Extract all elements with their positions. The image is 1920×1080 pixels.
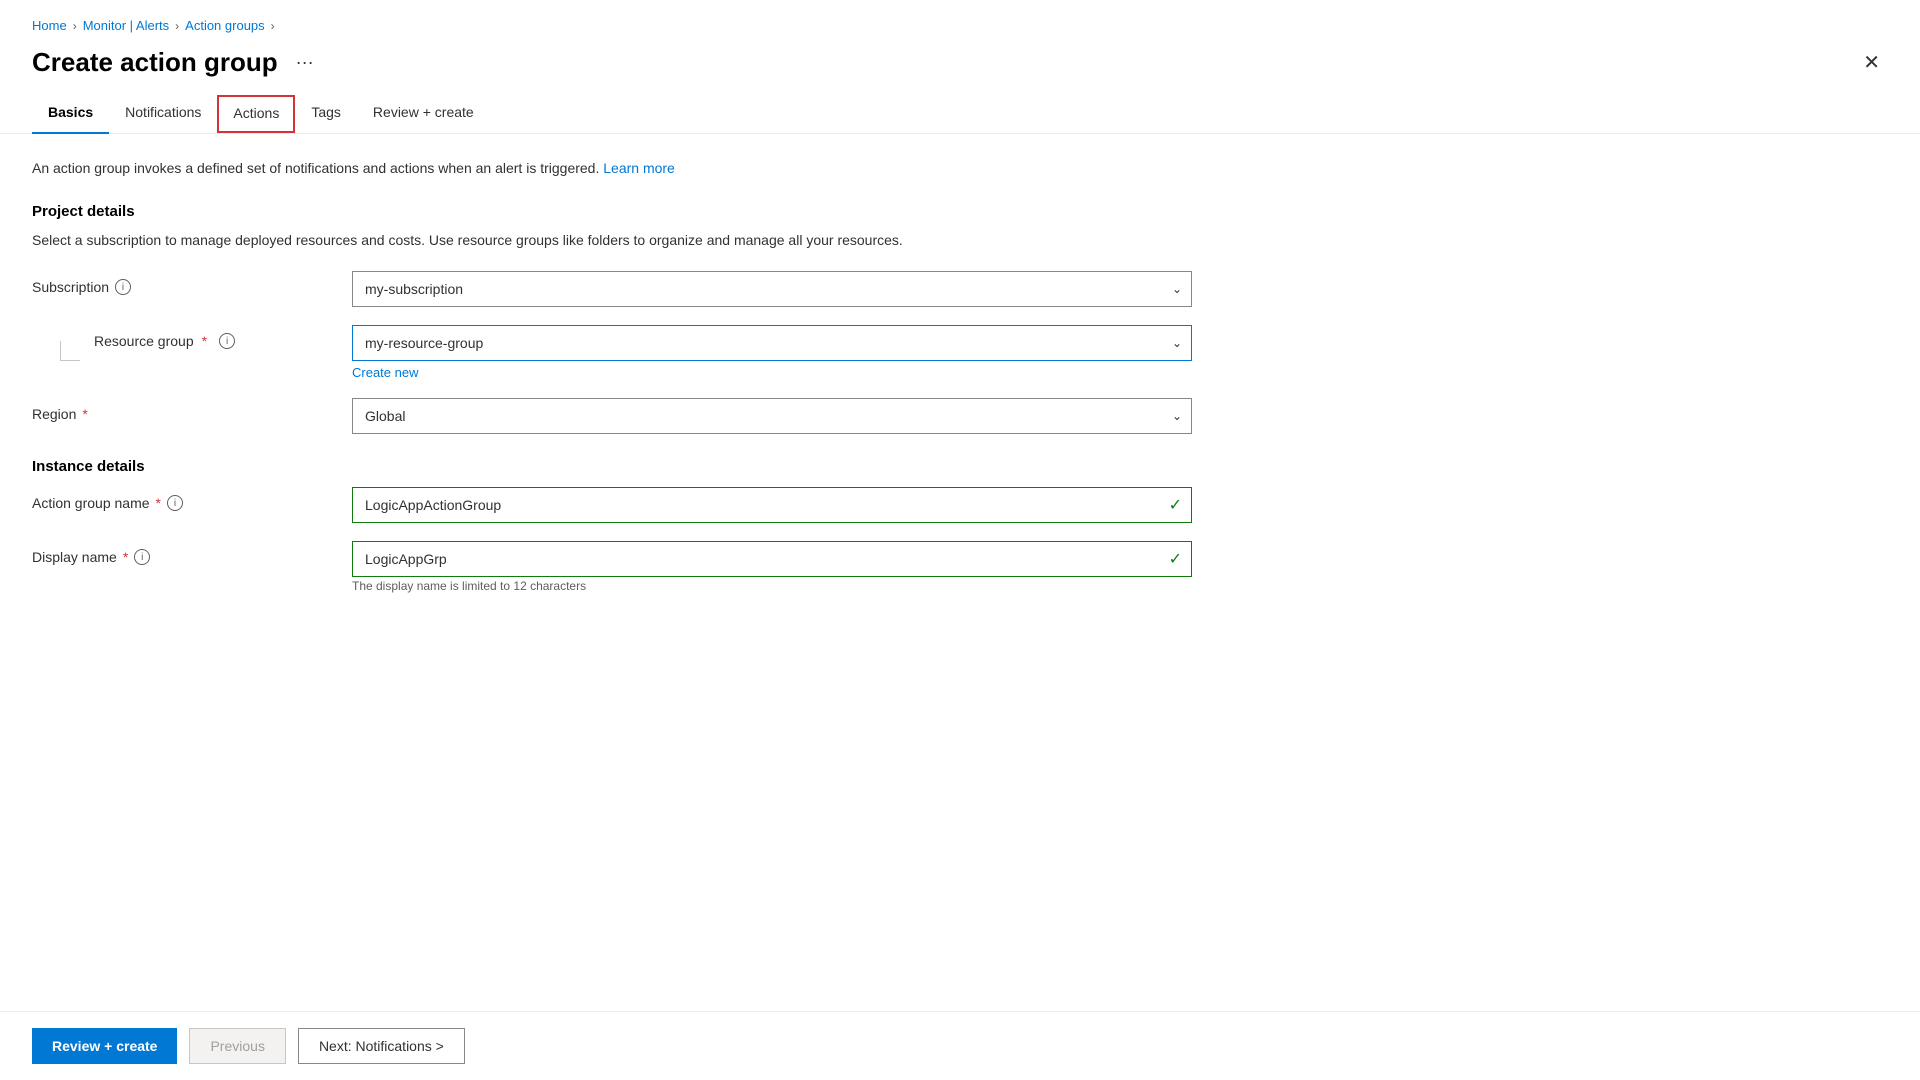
previous-button[interactable]: Previous	[189, 1028, 285, 1064]
next-button[interactable]: Next: Notifications >	[298, 1028, 465, 1064]
subscription-dropdown-wrapper: my-subscription ⌄	[352, 271, 1192, 307]
display-name-input-wrapper: ✓	[352, 541, 1192, 577]
breadcrumb-sep-3: ›	[271, 19, 275, 33]
close-icon: ✕	[1863, 52, 1880, 74]
action-group-name-input-wrapper: ✓	[352, 487, 1192, 523]
resource-group-dropdown[interactable]: my-resource-group	[352, 325, 1192, 361]
tab-review-create[interactable]: Review + create	[357, 94, 490, 134]
instance-details-title: Instance details	[32, 458, 1888, 475]
subscription-dropdown[interactable]: my-subscription	[352, 271, 1192, 307]
create-new-link[interactable]: Create new	[352, 365, 1192, 380]
tab-actions[interactable]: Actions	[217, 95, 295, 133]
resource-group-row: Resource group * i my-resource-group ⌄ C…	[32, 325, 1888, 380]
breadcrumb-sep-1: ›	[73, 19, 77, 33]
breadcrumb: Home › Monitor | Alerts › Action groups …	[0, 0, 1920, 41]
region-label: Region	[32, 406, 76, 422]
action-group-name-valid-icon: ✓	[1169, 495, 1182, 515]
resource-group-info-icon[interactable]: i	[219, 333, 235, 349]
region-row: Region * Global ⌄	[32, 398, 1888, 434]
action-group-name-row: Action group name * i ✓	[32, 487, 1888, 523]
display-name-row: Display name * i ✓ The display name is l…	[32, 541, 1888, 593]
display-name-required: *	[123, 549, 128, 565]
action-group-name-label: Action group name	[32, 495, 150, 511]
display-name-input[interactable]	[352, 541, 1192, 577]
footer: Review + create Previous Next: Notificat…	[0, 1011, 1920, 1080]
region-required: *	[82, 406, 87, 422]
display-name-label: Display name	[32, 549, 117, 565]
project-details-desc: Select a subscription to manage deployed…	[32, 230, 1888, 251]
project-details-title: Project details	[32, 203, 1888, 220]
description-text: An action group invokes a defined set of…	[32, 158, 1888, 179]
page-title: Create action group	[32, 47, 278, 78]
project-details-section: Project details Select a subscription to…	[32, 203, 1888, 434]
breadcrumb-sep-2: ›	[175, 19, 179, 33]
display-name-hint: The display name is limited to 12 charac…	[352, 579, 586, 593]
close-button[interactable]: ✕	[1855, 49, 1888, 77]
subscription-row: Subscription i my-subscription ⌄	[32, 271, 1888, 307]
indent-line	[60, 341, 80, 361]
learn-more-link[interactable]: Learn more	[603, 160, 675, 176]
instance-details-section: Instance details Action group name * i ✓	[32, 458, 1888, 593]
subscription-label: Subscription	[32, 279, 109, 295]
tab-tags[interactable]: Tags	[295, 94, 357, 134]
review-create-button[interactable]: Review + create	[32, 1028, 177, 1064]
subscription-info-icon[interactable]: i	[115, 279, 131, 295]
breadcrumb-action-groups[interactable]: Action groups	[185, 18, 265, 33]
content-area: An action group invokes a defined set of…	[0, 134, 1920, 1011]
page-header: Create action group ··· ✕	[0, 41, 1920, 94]
display-name-info-icon[interactable]: i	[134, 549, 150, 565]
tabs-container: Basics Notifications Actions Tags Review…	[0, 94, 1920, 134]
action-group-name-required: *	[156, 495, 161, 511]
resource-group-required: *	[202, 333, 207, 349]
display-name-valid-icon: ✓	[1169, 549, 1182, 569]
action-group-name-input[interactable]	[352, 487, 1192, 523]
resource-group-label: Resource group	[94, 333, 194, 349]
tab-notifications[interactable]: Notifications	[109, 94, 217, 134]
breadcrumb-home[interactable]: Home	[32, 18, 67, 33]
ellipsis-button[interactable]: ···	[290, 50, 320, 75]
resource-group-dropdown-wrapper: my-resource-group ⌄	[352, 325, 1192, 361]
action-group-name-info-icon[interactable]: i	[167, 495, 183, 511]
region-dropdown[interactable]: Global	[352, 398, 1192, 434]
region-dropdown-wrapper: Global ⌄	[352, 398, 1192, 434]
breadcrumb-monitor-alerts[interactable]: Monitor | Alerts	[83, 18, 169, 33]
tab-basics[interactable]: Basics	[32, 94, 109, 134]
